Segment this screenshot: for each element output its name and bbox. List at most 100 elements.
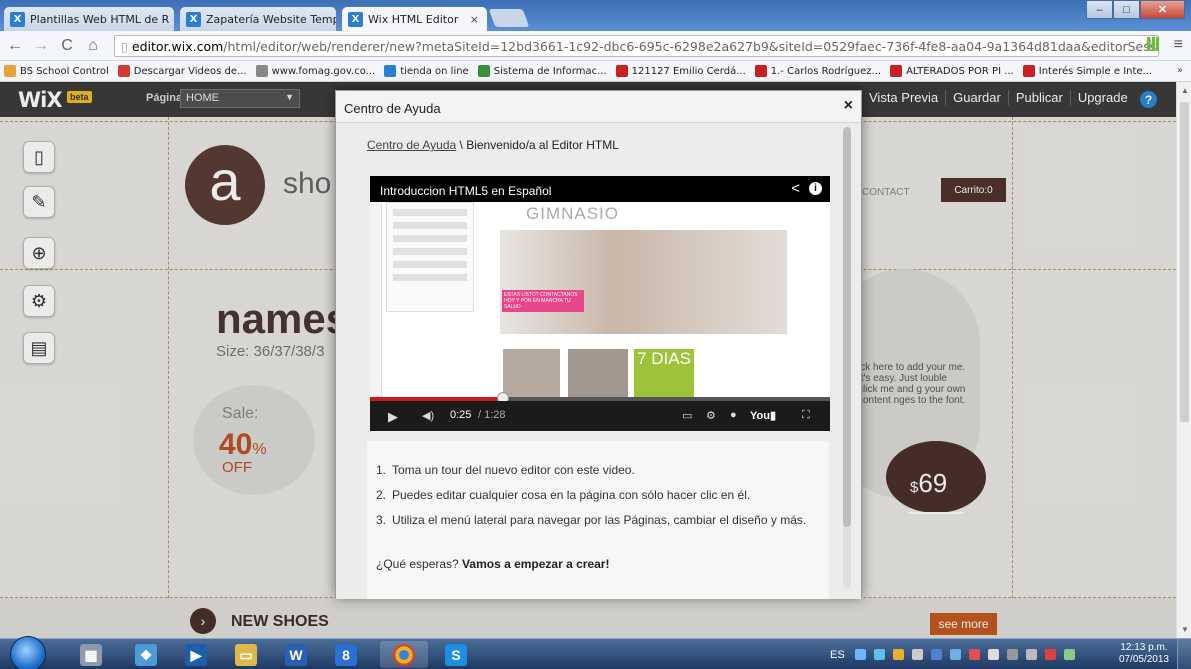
bookmark-item[interactable]: Interés Simple e Inte... xyxy=(1022,65,1152,77)
scroll-up-icon[interactable]: ▲ xyxy=(1181,86,1189,95)
page-scrollbar[interactable]: ▲ ▼ xyxy=(1176,82,1191,638)
call-to-action: ¿Qué esperas? Vamos a empezar a crear! xyxy=(376,557,609,571)
library-icon[interactable]: ❖ xyxy=(122,641,170,668)
price: $69 xyxy=(910,468,947,499)
close-tab-icon[interactable]: × xyxy=(464,13,479,26)
tray-icon[interactable] xyxy=(968,649,980,660)
chrome-icon[interactable] xyxy=(380,641,428,668)
tray-icon[interactable] xyxy=(949,649,961,660)
maximize-icon[interactable]: □ xyxy=(1113,0,1140,19)
site-logo[interactable]: a xyxy=(185,145,265,225)
new-tab-button[interactable] xyxy=(488,9,530,27)
bookmark-label: 121127 Emilio Cerdá... xyxy=(631,65,746,77)
reload-icon[interactable]: C xyxy=(56,37,78,55)
media-player-icon[interactable]: ▶ xyxy=(172,641,220,668)
tab-plantillas[interactable]: X Plantillas Web HTML de R × xyxy=(4,7,174,31)
tray-icon[interactable] xyxy=(854,649,866,660)
tray-icon[interactable] xyxy=(892,649,904,660)
tab-zapateria[interactable]: X Zapatería Website Templa × xyxy=(180,7,336,31)
list-item: 3. Utiliza el menú lateral para navegar p… xyxy=(376,513,806,527)
tab-wix-editor[interactable]: X Wix HTML Editor × xyxy=(342,7,487,32)
placeholder-text[interactable]: ick here to add your me. It's easy. Just… xyxy=(858,362,968,406)
chrome-menu-icon[interactable]: ≡ xyxy=(1174,36,1183,54)
see-more-button[interactable]: see more xyxy=(930,613,997,635)
extension-signal-icon[interactable] xyxy=(1147,37,1159,51)
scroll-down-icon[interactable]: ▼ xyxy=(1181,625,1189,634)
page-icon: ▯ xyxy=(121,38,128,54)
page-select[interactable]: HOME ▼ xyxy=(180,89,300,108)
settings-icon[interactable]: ⚙ xyxy=(706,409,716,422)
tray-icon[interactable] xyxy=(930,649,942,660)
share-icon[interactable]: < xyxy=(791,180,800,197)
close-window-icon[interactable]: ✕ xyxy=(1140,0,1185,19)
cart-button[interactable]: Carrito:0 xyxy=(941,178,1006,202)
bookmark-item[interactable]: Descargar Videos de... xyxy=(117,65,247,77)
explorer-icon[interactable]: ▭ xyxy=(222,641,270,668)
bookmark-item[interactable]: 121127 Emilio Cerdá... xyxy=(615,65,746,77)
bookmark-item[interactable]: BS School Control xyxy=(4,65,109,77)
calculator-icon[interactable]: ▦ xyxy=(67,641,115,668)
chevron-right-icon[interactable]: › xyxy=(190,608,216,634)
settings-tool-icon[interactable]: ⚙ xyxy=(23,285,55,317)
forward-icon[interactable]: → xyxy=(30,37,52,55)
volume-tray-icon[interactable] xyxy=(1025,649,1037,660)
bookmark-item[interactable]: www.fomag.gov.co... xyxy=(255,65,375,77)
word-icon[interactable]: W xyxy=(272,641,320,668)
onenote-icon[interactable]: 8 xyxy=(322,641,370,668)
video-title[interactable]: Introduccion HTML5 en Español xyxy=(380,184,551,198)
scroll-thumb[interactable] xyxy=(1180,102,1189,422)
skype-icon[interactable]: S xyxy=(432,641,480,668)
bookmark-label: Sistema de Informac... xyxy=(493,65,607,77)
pages-tool-icon[interactable]: ▯ xyxy=(23,141,55,173)
captions-icon[interactable]: ▭ xyxy=(682,409,692,422)
video-player[interactable]: GIMNASIO ESTAS LISTO? CONTACTANOS HOY Y … xyxy=(370,176,830,431)
tray-icon[interactable] xyxy=(1063,649,1075,660)
breadcrumb-link[interactable]: Centro de Ayuda xyxy=(367,138,456,152)
wix-top-menu: Vista Previa Guardar Publicar Upgrade xyxy=(862,90,1135,105)
breadcrumb: Centro de Ayuda \ Bienvenido/a al Editor… xyxy=(367,138,619,152)
volume-icon[interactable]: ◀) xyxy=(422,409,434,422)
video-frame[interactable]: GIMNASIO ESTAS LISTO? CONTACTANOS HOY Y … xyxy=(370,202,830,397)
tray-icon[interactable] xyxy=(987,649,999,660)
bookmark-item[interactable]: Sistema de Informac... xyxy=(477,65,607,77)
close-tab-icon[interactable]: × xyxy=(169,13,174,26)
design-tool-icon[interactable]: ✎ xyxy=(23,186,55,218)
dialog-scrollbar[interactable] xyxy=(843,127,851,589)
address-bar[interactable]: ▯ editor.wix.com/html/editor/web/rendere… xyxy=(114,35,1159,57)
bookmark-item[interactable]: ALTERADOS POR PI ... xyxy=(890,65,1014,77)
bookmark-item[interactable]: tienda on line xyxy=(384,65,469,77)
tray-icon[interactable] xyxy=(911,649,923,660)
product-size[interactable]: Size: 36/37/38/3 xyxy=(216,343,324,360)
tray-icon[interactable] xyxy=(1044,649,1056,660)
save-button[interactable]: Guardar xyxy=(945,90,1008,105)
fullscreen-icon[interactable]: ⛶ xyxy=(802,409,810,422)
tray-icon[interactable] xyxy=(873,649,885,660)
network-icon[interactable] xyxy=(1006,649,1018,660)
upgrade-button[interactable]: Upgrade xyxy=(1069,90,1135,105)
annotations-icon[interactable]: ● xyxy=(730,409,737,421)
minimize-icon[interactable]: – xyxy=(1086,0,1113,19)
info-icon[interactable]: i xyxy=(809,182,822,195)
back-icon[interactable]: ← xyxy=(4,37,26,55)
show-desktop-button[interactable] xyxy=(1177,639,1191,669)
bookmark-item[interactable]: 1.- Carlos Rodríguez... xyxy=(754,65,881,77)
product-name[interactable]: names xyxy=(216,295,349,343)
contact-menu-item[interactable]: CONTACT xyxy=(862,187,910,198)
add-tool-icon[interactable]: ⊕ xyxy=(23,237,55,269)
publish-button[interactable]: Publicar xyxy=(1007,90,1070,105)
clock[interactable]: 12:13 p.m. 07/05/2013 xyxy=(1119,642,1169,666)
store-tool-icon[interactable]: ▤ xyxy=(23,332,55,364)
start-button[interactable] xyxy=(10,636,46,669)
new-shoes-title[interactable]: NEW SHOES xyxy=(231,613,329,631)
site-name-text[interactable]: sho xyxy=(283,167,331,201)
help-icon[interactable]: ? xyxy=(1140,91,1157,108)
home-icon[interactable]: ⌂ xyxy=(82,37,104,55)
close-icon[interactable]: × xyxy=(844,97,853,115)
bookmarks-overflow-icon[interactable]: » xyxy=(1177,65,1183,76)
preview-button[interactable]: Vista Previa xyxy=(862,90,945,105)
video-thumb xyxy=(568,349,628,397)
language-indicator[interactable]: ES xyxy=(830,649,845,661)
dialog-scroll-thumb[interactable] xyxy=(843,127,851,527)
play-icon[interactable]: ▶ xyxy=(388,409,398,425)
youtube-logo-icon[interactable]: You▮ xyxy=(750,409,776,422)
